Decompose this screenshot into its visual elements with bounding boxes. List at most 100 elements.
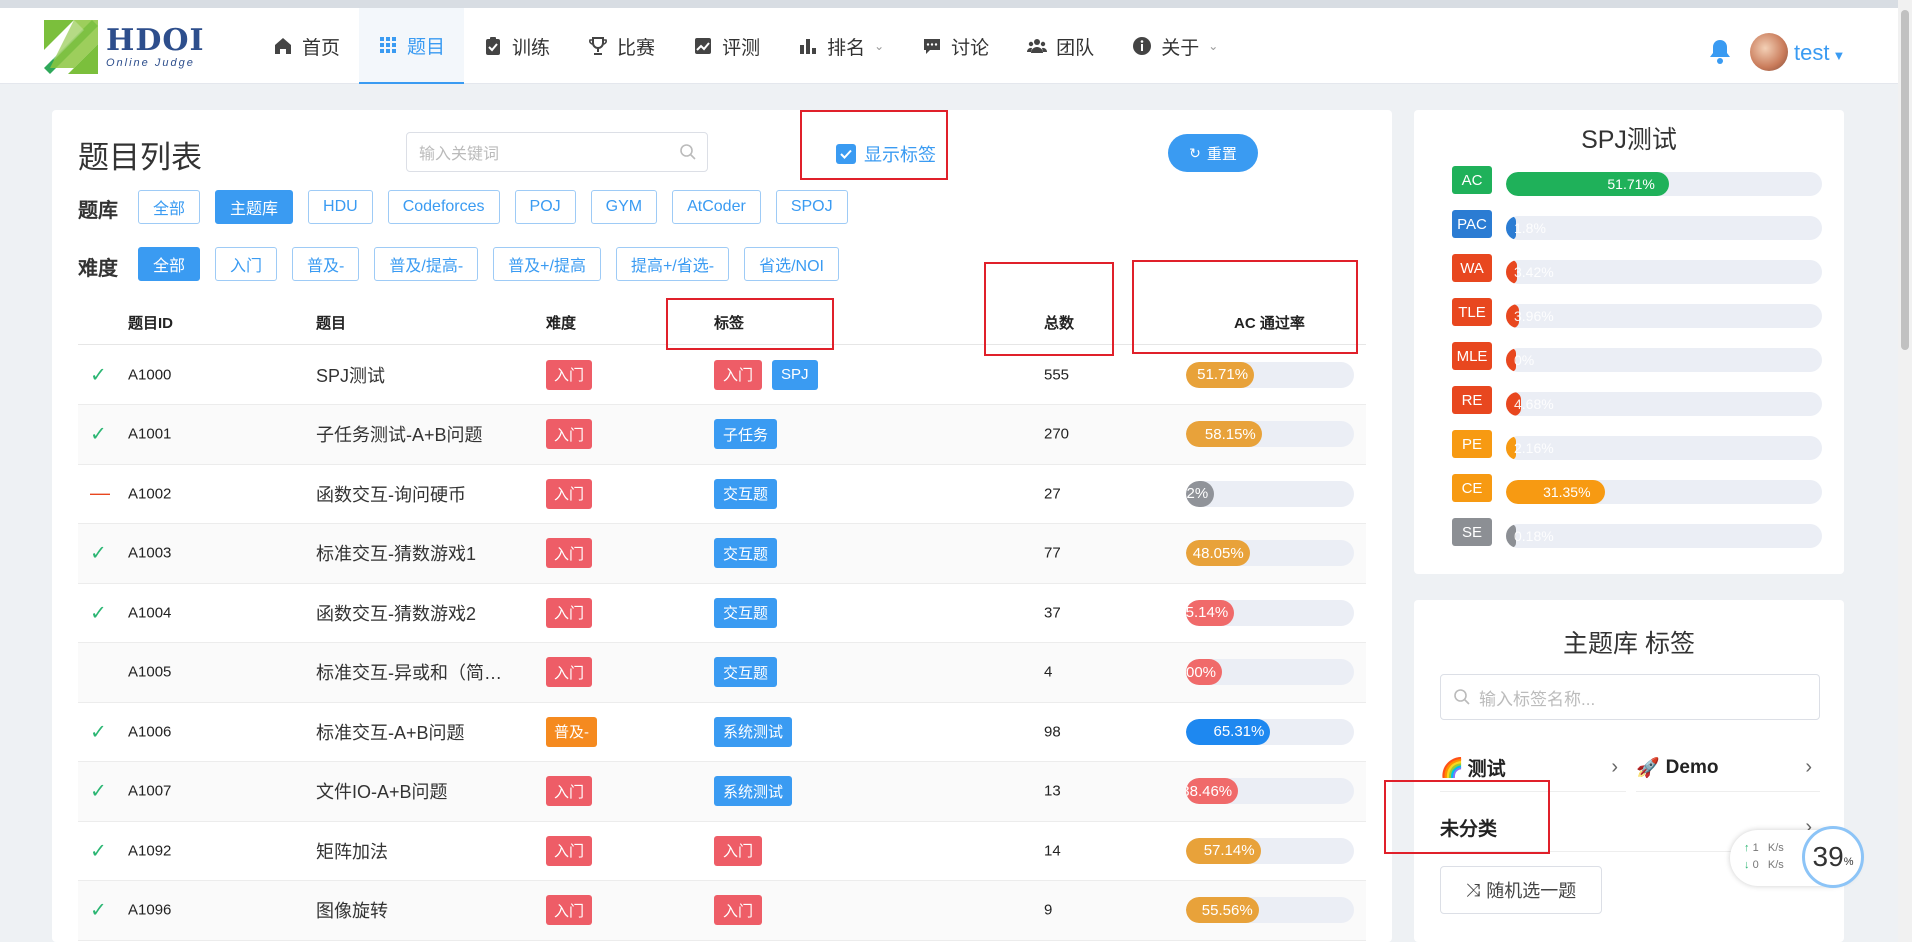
nav-item-1[interactable]: 题目 xyxy=(359,8,465,84)
problem-tag[interactable]: 系统测试 xyxy=(714,776,793,806)
problem-id[interactable]: A1007 xyxy=(128,783,171,800)
bank-chip[interactable]: AtCoder xyxy=(672,190,761,224)
nav-item-7[interactable]: 团队 xyxy=(1008,8,1113,84)
submission-total: 37 xyxy=(1044,604,1061,621)
problem-title[interactable]: 标准交互-A+B问题 xyxy=(316,719,465,745)
problem-tag[interactable]: 交互题 xyxy=(714,597,778,628)
problem-title[interactable]: 图像旋转 xyxy=(316,897,388,923)
highlight-box-ac-rate-column xyxy=(1132,260,1358,354)
problem-tag[interactable]: SPJ xyxy=(772,359,818,390)
avatar[interactable] xyxy=(1750,33,1788,71)
nav-item-3[interactable]: 比赛 xyxy=(569,8,674,84)
tag-category-demo[interactable]: 🚀 Demo › xyxy=(1636,744,1820,792)
spj-stat-row: CE 31.35% xyxy=(1452,474,1822,504)
nav-item-0[interactable]: 首页 xyxy=(254,8,359,84)
problem-title[interactable]: SPJ测试 xyxy=(316,362,385,388)
verdict-percent: 4.68% xyxy=(1514,396,1554,412)
bank-chip[interactable]: Codeforces xyxy=(387,190,500,224)
problem-tags: 入门 SPJ xyxy=(714,359,828,390)
logo-title: HDOI xyxy=(106,22,205,58)
problem-id[interactable]: A1092 xyxy=(128,842,171,859)
table-row[interactable]: A1005 标准交互-异或和（简单版） 入门 交互题 4 25.00% xyxy=(78,642,1366,703)
problem-title[interactable]: 子任务测试-A+B问题 xyxy=(316,421,483,447)
ac-rate-bar: 65.31% xyxy=(1186,718,1354,745)
col-header-title[interactable]: 题目 xyxy=(316,312,346,333)
nav-item-8[interactable]: 关于 ⌄ xyxy=(1113,8,1237,84)
keyword-search-input[interactable]: 输入关键词 xyxy=(406,132,708,172)
problem-id[interactable]: A1002 xyxy=(128,485,171,502)
caret-down-icon: ▼ xyxy=(1832,48,1846,63)
difficulty-chip[interactable]: 提高+/省选- xyxy=(615,247,730,281)
submission-total: 9 xyxy=(1044,901,1053,919)
problem-tag[interactable]: 交互题 xyxy=(714,478,778,509)
problem-title[interactable]: 函数交互-询问硬币 xyxy=(316,481,466,507)
problem-id[interactable]: A1001 xyxy=(128,426,171,443)
col-header-difficulty[interactable]: 难度 xyxy=(546,312,576,333)
spj-stat-row: RE 4.68% xyxy=(1452,386,1822,416)
verdict-bar: 0.18% xyxy=(1506,524,1822,548)
difficulty-chip[interactable]: 入门 xyxy=(215,247,278,281)
problem-title[interactable]: 标准交互-异或和（简单版） xyxy=(316,659,516,685)
problem-id[interactable]: A1004 xyxy=(128,604,171,621)
problem-tag[interactable]: 交互题 xyxy=(714,657,778,687)
problem-tag[interactable]: 交互题 xyxy=(714,538,778,568)
tag-search-input[interactable]: 输入标签名称... xyxy=(1440,674,1820,720)
problem-tag[interactable]: 入门 xyxy=(714,895,763,925)
problem-title[interactable]: 标准交互-猜数游戏1 xyxy=(316,540,476,566)
table-row[interactable]: ✓ A1001 子任务测试-A+B问题 入门 子任务 270 58.15% xyxy=(78,404,1366,465)
problem-list-panel: 题目列表 输入关键词 显示标签 ↻ 重置 题库 全部 主题库 HDU Codeforc… xyxy=(52,110,1392,942)
problem-id[interactable]: A1000 xyxy=(128,366,171,383)
problem-id[interactable]: A1096 xyxy=(128,902,171,919)
problem-title[interactable]: 文件IO-A+B问题 xyxy=(316,778,448,804)
problem-id[interactable]: A1006 xyxy=(128,723,171,740)
accepted-check-icon: ✓ xyxy=(90,840,107,862)
nav-item-5[interactable]: 排名 ⌄ xyxy=(779,8,903,84)
bank-chip[interactable]: GYM xyxy=(590,190,658,224)
problem-tag[interactable]: 入门 xyxy=(714,835,763,866)
table-row[interactable]: ✓ A1096 图像旋转 入门 入门 9 55.56% xyxy=(78,880,1366,941)
difficulty-chip[interactable]: 省选/NOI xyxy=(744,247,839,281)
problem-tag[interactable]: 系统测试 xyxy=(714,716,793,747)
bank-chip[interactable]: 主题库 xyxy=(215,190,294,224)
problem-id[interactable]: A1005 xyxy=(128,664,171,681)
page-scrollbar[interactable] xyxy=(1898,0,1912,942)
table-row[interactable]: ✓ A1007 文件IO-A+B问题 入门 系统测试 13 38.46% xyxy=(78,761,1366,822)
ac-rate-bar: 38.46% xyxy=(1186,778,1354,804)
bell-icon[interactable] xyxy=(1708,38,1732,64)
nav-item-4[interactable]: 评测 xyxy=(674,8,779,84)
problem-id[interactable]: A1003 xyxy=(128,545,171,562)
user-menu[interactable]: test ▼ xyxy=(1794,40,1845,66)
nav-label: 比赛 xyxy=(617,37,656,59)
verdict-bar: 4.68% xyxy=(1506,392,1822,416)
difficulty-chip[interactable]: 普及- xyxy=(292,247,360,281)
table-row[interactable]: — A1002 函数交互-询问硬币 入门 交互题 27 18.52% xyxy=(78,464,1366,524)
difficulty-filter-label: 难度 xyxy=(78,258,118,280)
accepted-check-icon: ✓ xyxy=(90,780,107,803)
difficulty-chip[interactable]: 全部 xyxy=(138,247,201,281)
problem-tag[interactable]: 子任务 xyxy=(714,419,778,449)
scrollbar-thumb[interactable] xyxy=(1901,10,1909,350)
table-row[interactable]: ✓ A1003 标准交互-猜数游戏1 入门 交互题 77 48.05% xyxy=(78,523,1366,584)
nav-item-6[interactable]: 讨论 xyxy=(903,8,1008,84)
nav-item-2[interactable]: 训练 xyxy=(464,8,569,84)
table-row[interactable]: ✓ A1004 函数交互-猜数游戏2 入门 交互题 37 35.14% xyxy=(78,583,1366,643)
bank-chip[interactable]: POJ xyxy=(514,190,576,224)
problem-title[interactable]: 函数交互-猜数游戏2 xyxy=(316,600,476,626)
bank-chip[interactable]: SPOJ xyxy=(775,190,848,224)
col-header-id[interactable]: 题目ID xyxy=(128,312,173,333)
table-row[interactable]: ✓ A1006 标准交互-A+B问题 普及- 系统测试 98 65.31% xyxy=(78,702,1366,762)
bank-chip[interactable]: HDU xyxy=(308,190,373,224)
table-row[interactable]: ✓ A1000 SPJ测试 入门 入门 SPJ 555 51.71% xyxy=(78,345,1366,405)
site-logo[interactable]: HDOI Online Judge xyxy=(44,20,205,74)
difficulty-chip[interactable]: 普及/提高- xyxy=(374,247,479,281)
random-problem-button[interactable]: ⤨ 随机选一题 xyxy=(1440,866,1602,914)
network-speed-widget[interactable]: ↑ 1 K/s ↓ 0 K/s 39% xyxy=(1730,826,1864,888)
verdict-badge: RE xyxy=(1452,386,1492,414)
difficulty-chip[interactable]: 普及+/提高 xyxy=(493,247,601,281)
problem-tag[interactable]: 入门 xyxy=(714,359,763,390)
bank-chip[interactable]: 全部 xyxy=(138,190,201,224)
problem-title[interactable]: 矩阵加法 xyxy=(316,838,388,864)
trophy-icon xyxy=(589,37,608,55)
reset-button[interactable]: ↻ 重置 xyxy=(1168,134,1258,172)
table-row[interactable]: ✓ A1092 矩阵加法 入门 入门 14 57.14% xyxy=(78,821,1366,881)
